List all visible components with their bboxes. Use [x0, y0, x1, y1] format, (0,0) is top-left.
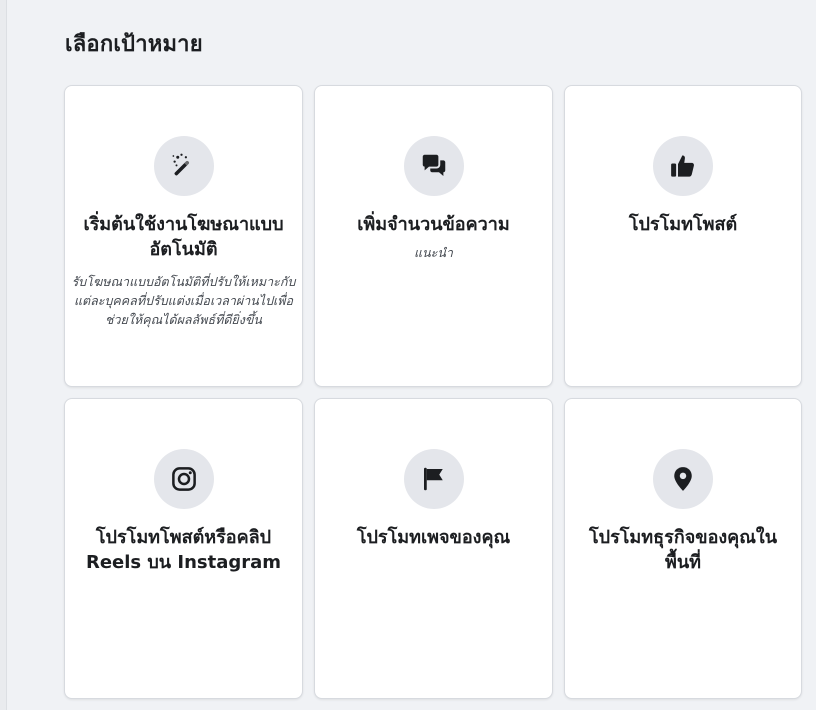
goal-card-promote-page[interactable]: โปรโมทเพจของคุณ [314, 398, 553, 699]
recommended-label: แนะนำ [414, 245, 453, 260]
card-title: เริ่มต้นใช้งานโฆษณาแบบอัตโนมัติ [83, 214, 284, 260]
card-icon-wrapper [653, 449, 713, 509]
card-title: เพิ่มจำนวนข้อความ [357, 214, 510, 235]
card-icon-wrapper [153, 136, 214, 196]
card-title: โปรโมทธุรกิจของคุณในพื้นที่ [589, 527, 777, 573]
card-icon-wrapper [403, 449, 464, 509]
card-title: โปรโมทโพสต์ [628, 214, 738, 235]
thumbs-up-icon [671, 155, 694, 177]
goal-card-grid: เริ่มต้นใช้งานโฆษณาแบบอัตโนมัติ รับโฆษณา… [64, 85, 802, 699]
card-description: รับโฆษณาแบบอัตโนมัติที่ปรับให้เหมาะกับแต… [71, 274, 296, 327]
goal-card-more-messages[interactable]: เพิ่มจำนวนข้อความ แนะนำ [314, 85, 553, 387]
instagram-icon [171, 467, 196, 491]
magic-wand-icon [172, 153, 190, 176]
goal-card-instagram-reels[interactable]: โปรโมทโพสต์หรือคลิป Reels บน Instagram [64, 398, 303, 699]
goal-card-boost-post[interactable]: โปรโมทโพสต์ [564, 85, 802, 387]
goal-selection-panel: เลือกเป้าหมาย เริ่มต้นใช้งานโฆษณาแบบอัตโ… [6, 0, 816, 710]
flag-icon [423, 467, 443, 491]
card-title: โปรโมทเพจของคุณ [356, 527, 511, 548]
goal-card-local-business[interactable]: โปรโมทธุรกิจของคุณในพื้นที่ [564, 398, 802, 699]
card-icon-wrapper [653, 136, 713, 196]
goal-card-automated-ads[interactable]: เริ่มต้นใช้งานโฆษณาแบบอัตโนมัติ รับโฆษณา… [64, 85, 303, 387]
card-title: โปรโมทโพสต์หรือคลิป Reels บน Instagram [85, 527, 282, 573]
card-icon-wrapper [403, 136, 464, 196]
chat-bubbles-icon [422, 154, 445, 176]
page-title: เลือกเป้าหมาย [65, 32, 203, 57]
map-pin-icon [674, 467, 692, 491]
card-icon-wrapper [153, 449, 214, 509]
